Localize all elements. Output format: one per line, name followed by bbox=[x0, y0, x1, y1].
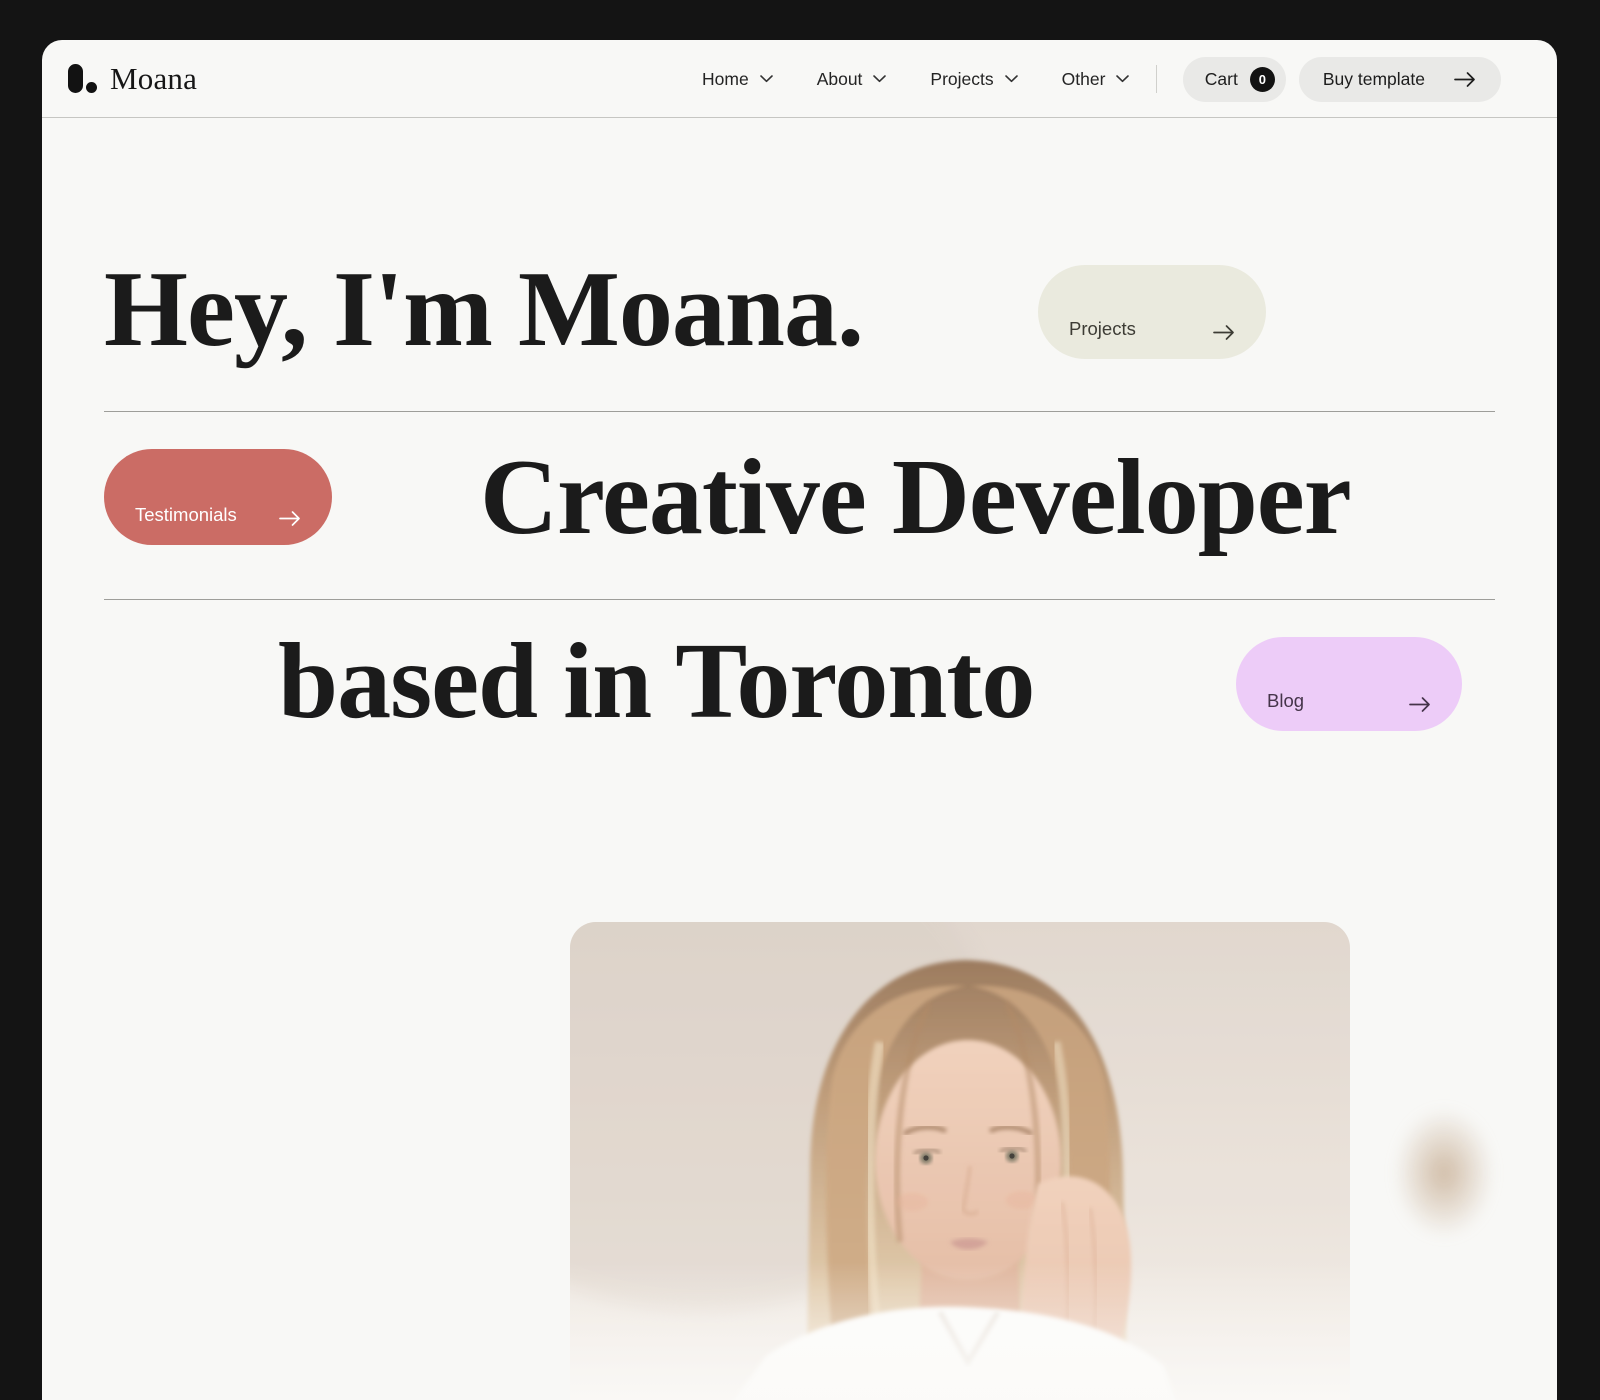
chevron-down-icon bbox=[1004, 75, 1018, 83]
header: Moana Home About Projects Other Cart 0 B… bbox=[42, 40, 1557, 118]
nav-item-home[interactable]: Home bbox=[702, 69, 773, 90]
buy-template-button[interactable]: Buy template bbox=[1298, 56, 1501, 102]
arrow-right-icon bbox=[279, 511, 300, 526]
nav-item-label: Home bbox=[702, 68, 749, 89]
main-nav: Home About Projects Other bbox=[702, 40, 1130, 118]
hero-location-heading: based in Toronto bbox=[278, 622, 1035, 741]
cart-count-badge: 0 bbox=[1249, 66, 1275, 92]
chevron-down-icon bbox=[873, 75, 887, 83]
brand-logo[interactable]: Moana bbox=[68, 40, 197, 118]
cart-label: Cart bbox=[1204, 68, 1238, 89]
testimonials-button[interactable]: Testimonials bbox=[104, 449, 332, 545]
nav-item-label: Other bbox=[1061, 68, 1106, 89]
hero-role-heading: Creative Developer bbox=[480, 438, 1352, 557]
blog-button[interactable]: Blog bbox=[1236, 637, 1462, 731]
arrow-right-icon bbox=[1213, 325, 1234, 340]
hero-greeting-heading: Hey, I'm Moana. bbox=[104, 250, 864, 369]
divider bbox=[104, 599, 1495, 600]
header-divider bbox=[1155, 65, 1157, 93]
nav-item-label: About bbox=[816, 68, 863, 89]
nav-item-label: Projects bbox=[930, 68, 994, 89]
projects-button-label: Projects bbox=[1069, 318, 1136, 339]
logo-icon bbox=[68, 63, 99, 95]
header-actions: Cart 0 Buy template bbox=[1155, 40, 1501, 118]
arrow-right-icon bbox=[1409, 697, 1430, 712]
nav-item-about[interactable]: About bbox=[817, 69, 887, 90]
nav-item-projects[interactable]: Projects bbox=[930, 68, 1018, 90]
portrait-photo bbox=[570, 922, 1350, 1400]
arrow-right-icon bbox=[1454, 71, 1475, 87]
page-card: Moana Home About Projects Other Cart 0 B… bbox=[42, 40, 1557, 1400]
nav-item-other[interactable]: Other bbox=[1062, 69, 1130, 90]
decorative-blur-shape bbox=[1394, 1108, 1494, 1238]
chevron-down-icon bbox=[1116, 75, 1130, 83]
divider bbox=[104, 411, 1495, 412]
brand-name: Moana bbox=[110, 61, 198, 96]
blog-button-label: Blog bbox=[1267, 690, 1305, 711]
testimonials-button-label: Testimonials bbox=[135, 504, 237, 525]
projects-button[interactable]: Projects bbox=[1038, 265, 1266, 359]
cart-button[interactable]: Cart 0 bbox=[1182, 56, 1286, 102]
buy-template-label: Buy template bbox=[1322, 68, 1425, 89]
chevron-down-icon bbox=[759, 75, 773, 83]
